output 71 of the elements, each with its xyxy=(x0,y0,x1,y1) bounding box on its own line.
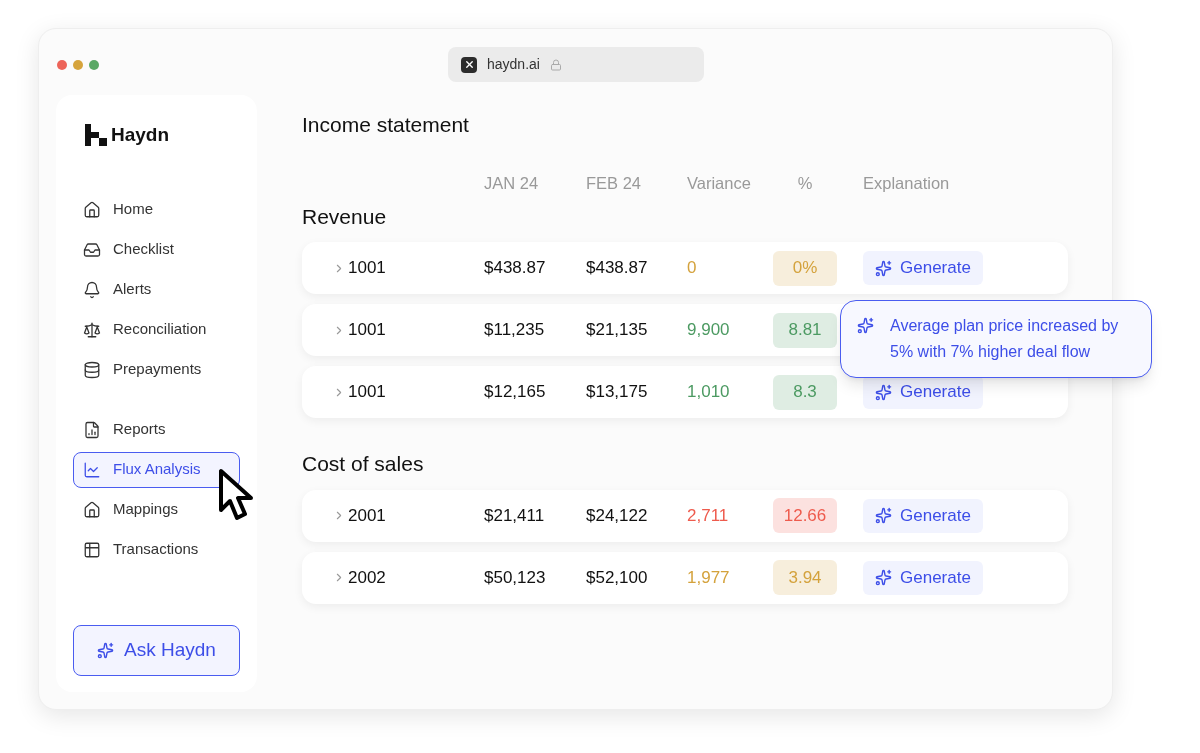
table-cell-text: $438.87 xyxy=(484,257,547,280)
table-cell-text: $13,175 xyxy=(586,381,649,404)
account-cell-text: 1001 xyxy=(348,257,387,280)
variance-cell-text: 1,010 xyxy=(687,381,731,404)
table-cell-text: $438.87 xyxy=(586,257,649,280)
percent-badge: 8.3 xyxy=(773,374,837,410)
percent-badge: 12.66 xyxy=(773,498,837,533)
bell-icon xyxy=(83,280,101,299)
account-cell-text: 1001 xyxy=(348,381,387,404)
sparkle-icon xyxy=(875,507,892,524)
variance-cell-text: 2,711 xyxy=(687,504,730,527)
home-icon xyxy=(83,200,101,219)
table-cell-text: $12,165 xyxy=(484,381,547,404)
ask-button[interactable]: Ask Haydn xyxy=(73,625,240,676)
generate-button[interactable]: Generate xyxy=(863,251,983,285)
table-row[interactable]: 2001 $21,411 $24,122 2,711 12.66 Generate xyxy=(302,489,1068,542)
report-icon xyxy=(83,420,101,439)
nav-item[interactable]: Flux Analysis xyxy=(73,451,240,488)
sparkle-icon xyxy=(875,259,892,277)
column-header: Variance xyxy=(687,173,752,195)
percent-badge: 3.94 xyxy=(773,560,837,595)
percent-badge: 0% xyxy=(773,250,837,286)
column-header: FEB 24 xyxy=(586,173,643,195)
logo-text: Haydn xyxy=(111,123,170,147)
table-row[interactable]: 1001 $438.87 $438.87 0 0% Generate xyxy=(302,242,1068,294)
table-icon xyxy=(83,540,101,559)
generate-button[interactable]: Generate xyxy=(863,498,983,533)
nav-item[interactable]: Reports xyxy=(73,411,240,448)
table-cell-text: $52,100 xyxy=(586,566,649,589)
table-row[interactable]: 1001 $12,165 $13,175 1,010 8.3 Generate xyxy=(302,366,1068,418)
variance-cell-text: 0 xyxy=(687,257,698,280)
sparkle-icon xyxy=(875,569,892,586)
database-icon xyxy=(83,360,101,379)
nav-item[interactable]: Transactions xyxy=(73,531,240,568)
nav-item[interactable]: Home xyxy=(73,191,240,228)
sparkle-icon xyxy=(875,383,892,401)
percent-badge: 8.81 xyxy=(773,312,837,348)
line-chart-icon xyxy=(83,460,101,479)
table-row[interactable]: 2002 $50,123 $52,100 1,977 3.94 Generate xyxy=(302,551,1068,604)
explanation-text: Average plan price increased by 5% with 7% higher deal flow xyxy=(890,316,1120,362)
nav-item[interactable]: Reconciliation xyxy=(73,311,240,348)
table-cell-text: $24,122 xyxy=(586,504,649,527)
close-tab-icon[interactable] xyxy=(461,56,477,73)
table-cell-text: $21,135 xyxy=(586,319,649,342)
variance-cell-text: 1,977 xyxy=(687,566,731,589)
generate-button[interactable]: Generate xyxy=(863,560,983,595)
section-title: Cost of sales xyxy=(302,451,425,477)
nav-item[interactable]: Alerts xyxy=(73,271,240,308)
url-text: haydn.ai xyxy=(487,55,540,74)
sparkle-icon xyxy=(857,317,874,334)
column-header: % xyxy=(796,173,814,195)
sparkle-icon xyxy=(97,642,115,659)
column-header: JAN 24 xyxy=(484,173,540,195)
address-bar[interactable]: haydn.ai xyxy=(448,47,704,82)
table-cell-text: $11,235 xyxy=(484,319,546,342)
page-title: Income statement xyxy=(302,112,470,138)
home-icon xyxy=(83,500,101,519)
lock-icon xyxy=(549,58,562,71)
nav-item[interactable]: Checklist xyxy=(73,231,240,268)
logo-icon xyxy=(85,124,107,147)
account-cell-text: 2001 xyxy=(348,504,387,527)
table-cell-text: $50,123 xyxy=(484,566,547,589)
inbox-icon xyxy=(83,240,101,259)
account-cell-text: 1001 xyxy=(348,319,387,342)
scale-icon xyxy=(83,320,101,339)
section-title: Revenue xyxy=(302,203,388,230)
table-cell-text: $21,411 xyxy=(484,504,546,527)
account-cell-text: 2002 xyxy=(348,566,387,589)
variance-cell-text: 9,900 xyxy=(687,319,731,342)
nav-item[interactable]: Prepayments xyxy=(73,351,240,388)
column-header: Explanation xyxy=(863,173,951,195)
